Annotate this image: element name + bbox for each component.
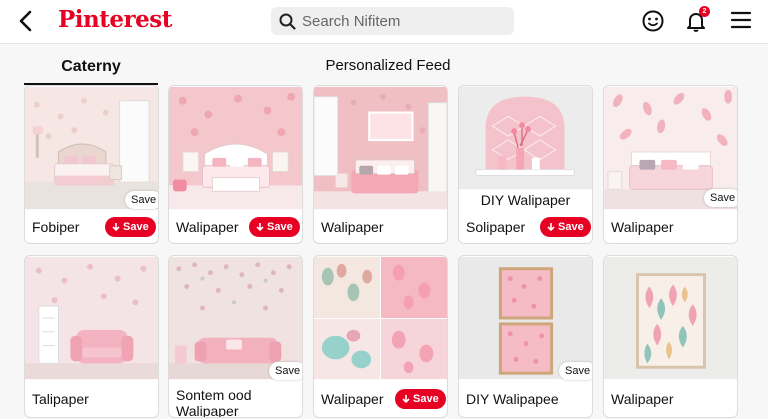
tab-category[interactable]: Caterny <box>24 50 158 84</box>
save-label: Save <box>267 221 293 233</box>
pin-card[interactable]: Talipaper <box>24 255 159 418</box>
save-label: Save <box>413 393 439 405</box>
pin-image <box>169 86 302 210</box>
pin-card[interactable]: DIY Walipaper Solipaper Save <box>458 85 593 244</box>
search-bar[interactable] <box>271 7 514 35</box>
pin-card[interactable]: Save Sontem ood Walipaper <box>168 255 303 418</box>
pin-card[interactable]: Walipaper <box>313 85 448 244</box>
save-button[interactable]: Save <box>105 217 156 237</box>
menu-button[interactable] <box>730 10 752 30</box>
pin-card[interactable]: Walipaper Save <box>168 85 303 244</box>
search-icon <box>279 13 296 30</box>
smiley-chat-icon <box>642 10 664 32</box>
pin-card[interactable]: Walipaper Save <box>313 255 448 418</box>
pin-image <box>459 86 592 190</box>
pin-title: Walipaper <box>321 219 384 235</box>
pin-image <box>314 256 447 380</box>
top-bar: Pinterest 2 <box>0 0 768 44</box>
chevron-left-icon <box>19 10 32 32</box>
pin-title: Walipaper <box>321 391 384 407</box>
download-arrow-icon <box>256 222 264 231</box>
save-chip[interactable]: Save <box>704 189 737 207</box>
pin-image <box>314 86 447 210</box>
pin-overlay-title: DIY Walipaper <box>480 192 571 208</box>
save-button[interactable]: Save <box>249 217 300 237</box>
pin-card[interactable]: Save Walipaper <box>603 85 738 244</box>
save-label: Save <box>558 221 584 233</box>
pin-title: DIY Walipapee <box>466 391 559 407</box>
search-input[interactable] <box>302 12 502 30</box>
pin-image <box>604 256 737 380</box>
save-chip[interactable]: Save <box>269 362 302 380</box>
download-arrow-icon <box>112 222 120 231</box>
pin-title: Talipaper <box>32 391 89 407</box>
pin-title: Walipaper <box>611 219 674 235</box>
pinterest-logo[interactable]: Pinterest <box>58 6 172 33</box>
tab-personalized-feed[interactable]: Personalized Feed <box>313 50 463 80</box>
pin-title: Walipaper <box>176 219 239 235</box>
hamburger-menu-icon <box>730 11 752 29</box>
pin-image <box>25 256 158 380</box>
pin-title: Sontem ood Walipaper <box>176 387 252 418</box>
save-chip[interactable]: Save <box>559 362 592 380</box>
download-arrow-icon <box>402 394 410 403</box>
pin-title: Solipaper <box>466 219 526 235</box>
pin-card[interactable]: Save Fobiper Save <box>24 85 159 244</box>
pin-card[interactable]: Walipaper <box>603 255 738 418</box>
pin-card[interactable]: Save DIY Walipapee <box>458 255 593 418</box>
messages-button[interactable] <box>641 9 665 33</box>
notification-badge: 2 <box>699 6 710 17</box>
save-label: Save <box>123 221 149 233</box>
pin-title: Walipaper <box>611 391 674 407</box>
save-button[interactable]: Save <box>540 217 591 237</box>
pin-title: Fobiper <box>32 219 80 235</box>
save-chip[interactable]: Save <box>125 191 158 209</box>
download-arrow-icon <box>547 222 555 231</box>
back-button[interactable] <box>14 9 38 33</box>
save-button[interactable]: Save <box>395 389 446 409</box>
